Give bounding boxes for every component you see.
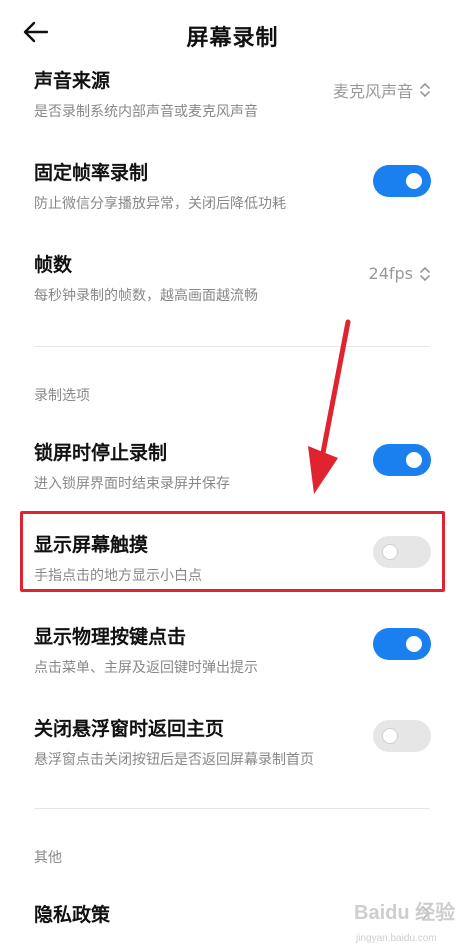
- sound-source-select[interactable]: 麦克风声音: [333, 78, 431, 102]
- toggle-knob: [382, 728, 398, 744]
- up-down-chevron-icon: [420, 83, 430, 97]
- setting-subtitle: 防止微信分享播放异常，关闭后降低功耗: [34, 196, 286, 212]
- setting-subtitle: 是否录制系统内部声音或麦克风声音: [34, 104, 258, 120]
- setting-subtitle: 点击菜单、主屏及返回键时弹出提示: [34, 660, 258, 676]
- section-label-other: 其他: [34, 850, 62, 866]
- show-key-presses-toggle[interactable]: [373, 628, 431, 660]
- setting-subtitle: 每秒钟录制的帧数，越高画面越流畅: [34, 288, 258, 304]
- section-divider: [34, 808, 430, 809]
- fps-value: 24fps: [368, 264, 413, 283]
- baidu-watermark: Baidu 经验 jingyan.baidu.com: [352, 895, 462, 947]
- page-title: 屏幕录制: [186, 26, 279, 51]
- return-home-toggle[interactable]: [373, 720, 431, 752]
- header-bar: 屏幕录制: [0, 0, 465, 66]
- section-label-record-options: 录制选项: [34, 388, 90, 404]
- toggle-knob: [406, 173, 422, 189]
- watermark-domain: jingyan.baidu.com: [355, 933, 437, 944]
- section-divider: [34, 346, 430, 347]
- setting-subtitle: 悬浮窗点击关闭按钮后是否返回屏幕录制首页: [34, 752, 314, 768]
- annotation-arrow-icon: [308, 319, 351, 494]
- watermark-text: Baidu 经验: [354, 900, 455, 924]
- sound-source-value: 麦克风声音: [332, 82, 413, 101]
- setting-subtitle: 进入锁屏界面时结束录屏并保存: [34, 476, 230, 492]
- stop-on-lock-toggle[interactable]: [373, 444, 431, 476]
- up-down-chevron-icon: [420, 266, 430, 281]
- toggle-knob: [406, 452, 422, 468]
- toggle-knob: [406, 636, 422, 652]
- highlight-box: [20, 511, 445, 592]
- fixed-framerate-toggle[interactable]: [373, 165, 431, 197]
- baidu-paw-logo: Baidu 经验 jingyan.baidu.com: [354, 900, 455, 944]
- fps-select[interactable]: 24fps: [369, 264, 431, 283]
